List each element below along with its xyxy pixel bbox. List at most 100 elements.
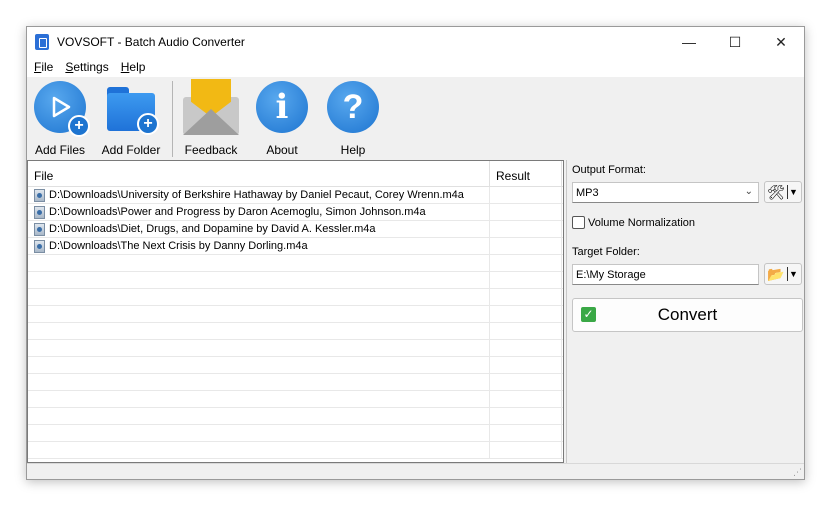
minimize-button[interactable]: —	[666, 27, 712, 57]
cell-file	[28, 339, 490, 357]
menu-help[interactable]: Help	[121, 60, 146, 74]
envelope-icon	[181, 79, 241, 139]
file-path: D:\Downloads\The Next Crisis by Danny Do…	[49, 240, 308, 252]
volume-normalization-row[interactable]: Volume Normalization	[572, 216, 695, 229]
table-row[interactable]	[28, 373, 563, 391]
table-row[interactable]	[28, 271, 563, 289]
table-row[interactable]	[28, 441, 563, 459]
add-folder-button[interactable]: + Add Folder	[98, 81, 164, 157]
cell-file	[28, 390, 490, 408]
cell-file	[28, 407, 490, 425]
tools-icon: 🛠	[767, 183, 785, 200]
chevron-down-icon: ⌄	[744, 186, 753, 197]
target-folder-label: Target Folder:	[572, 246, 640, 258]
cell-result	[490, 441, 562, 459]
folder-open-icon: 📂	[767, 265, 785, 282]
resize-grip-icon[interactable]: ⋰	[793, 467, 802, 478]
add-files-button[interactable]: + Add Files	[27, 81, 93, 157]
about-button[interactable]: i About	[249, 81, 315, 157]
maximize-button[interactable]: ☐	[712, 27, 758, 57]
app-window: VOVSOFT - Batch Audio Converter — ☐ ✕ Fi…	[26, 26, 805, 480]
cell-result	[490, 322, 562, 340]
menubar: File Settings Help	[27, 57, 804, 77]
cell-file: D:\Downloads\Diet, Drugs, and Dopamine b…	[28, 220, 490, 238]
cell-file	[28, 356, 490, 374]
table-row[interactable]	[28, 407, 563, 425]
cell-result	[490, 424, 562, 442]
cell-file	[28, 322, 490, 340]
table-row[interactable]: D:\Downloads\Diet, Drugs, and Dopamine b…	[28, 220, 563, 238]
audio-file-icon	[34, 205, 45, 219]
cell-result	[490, 305, 562, 323]
check-icon: ✓	[581, 307, 596, 322]
close-button[interactable]: ✕	[758, 27, 804, 57]
cell-file	[28, 441, 490, 459]
dropdown-arrow-icon: ▼	[787, 267, 799, 281]
about-label: About	[266, 143, 298, 157]
cell-result	[490, 288, 562, 306]
add-files-label: Add Files	[34, 143, 86, 157]
list-rows: D:\Downloads\University of Berkshire Hat…	[28, 186, 563, 459]
table-row[interactable]: D:\Downloads\Power and Progress by Daron…	[28, 203, 563, 221]
target-folder-input[interactable]: E:\My Storage	[572, 264, 759, 285]
file-path: D:\Downloads\Diet, Drugs, and Dopamine b…	[49, 223, 376, 235]
play-icon: +	[34, 81, 90, 137]
cell-result	[490, 237, 562, 255]
table-row[interactable]	[28, 305, 563, 323]
cell-result	[490, 220, 562, 238]
format-settings-button[interactable]: 🛠 ▼	[764, 181, 802, 203]
toolbar-separator	[172, 81, 173, 157]
cell-result	[490, 203, 562, 221]
window-controls: — ☐ ✕	[666, 27, 804, 57]
cell-file	[28, 288, 490, 306]
cell-file	[28, 305, 490, 323]
plus-icon: +	[68, 115, 90, 137]
cell-result	[490, 254, 562, 272]
table-row[interactable]	[28, 288, 563, 306]
cell-file	[28, 271, 490, 289]
folder-icon: +	[107, 87, 159, 135]
audio-file-icon	[34, 188, 45, 202]
column-header-result[interactable]: Result	[490, 161, 562, 186]
volume-normalization-checkbox[interactable]	[572, 216, 585, 229]
browse-folder-button[interactable]: 📂 ▼	[764, 263, 802, 285]
feedback-button[interactable]: Feedback	[178, 79, 244, 157]
feedback-label: Feedback	[184, 143, 238, 157]
audio-file-icon	[34, 239, 45, 253]
info-icon: i	[256, 81, 308, 133]
window-title: VOVSOFT - Batch Audio Converter	[57, 35, 245, 49]
output-format-select[interactable]: MP3 ⌄	[572, 182, 759, 203]
cell-result	[490, 390, 562, 408]
table-row[interactable]	[28, 424, 563, 442]
app-icon	[35, 34, 49, 50]
plus-icon: +	[137, 113, 159, 135]
column-header-file[interactable]: File	[28, 161, 490, 186]
cell-file: D:\Downloads\Power and Progress by Daron…	[28, 203, 490, 221]
table-row[interactable]	[28, 339, 563, 357]
help-label: Help	[340, 143, 366, 157]
status-bar: ⋰	[27, 463, 804, 479]
audio-file-icon	[34, 222, 45, 236]
cell-file: D:\Downloads\The Next Crisis by Danny Do…	[28, 237, 490, 255]
menu-settings[interactable]: Settings	[65, 60, 108, 74]
add-folder-label: Add Folder	[101, 143, 161, 157]
question-icon: ?	[327, 81, 379, 133]
file-path: D:\Downloads\Power and Progress by Daron…	[49, 206, 426, 218]
table-row[interactable]	[28, 322, 563, 340]
cell-file	[28, 254, 490, 272]
options-panel: Output Format: MP3 ⌄ 🛠 ▼ Volume Normaliz…	[566, 160, 804, 463]
table-row[interactable]: D:\Downloads\The Next Crisis by Danny Do…	[28, 237, 563, 255]
convert-button[interactable]: ✓ Convert	[572, 298, 803, 332]
titlebar: VOVSOFT - Batch Audio Converter — ☐ ✕	[27, 27, 804, 57]
convert-label: Convert	[657, 305, 718, 324]
table-row[interactable]	[28, 356, 563, 374]
table-row[interactable]	[28, 254, 563, 272]
menu-file[interactable]: File	[34, 60, 53, 74]
file-list[interactable]: File Result D:\Downloads\University of B…	[27, 160, 564, 463]
cell-result	[490, 356, 562, 374]
help-button[interactable]: ? Help	[320, 81, 386, 157]
table-row[interactable]: D:\Downloads\University of Berkshire Hat…	[28, 186, 563, 204]
table-row[interactable]	[28, 390, 563, 408]
toolbar: + Add Files + Add Folder Feedback i Abou…	[27, 77, 804, 159]
cell-result	[490, 339, 562, 357]
